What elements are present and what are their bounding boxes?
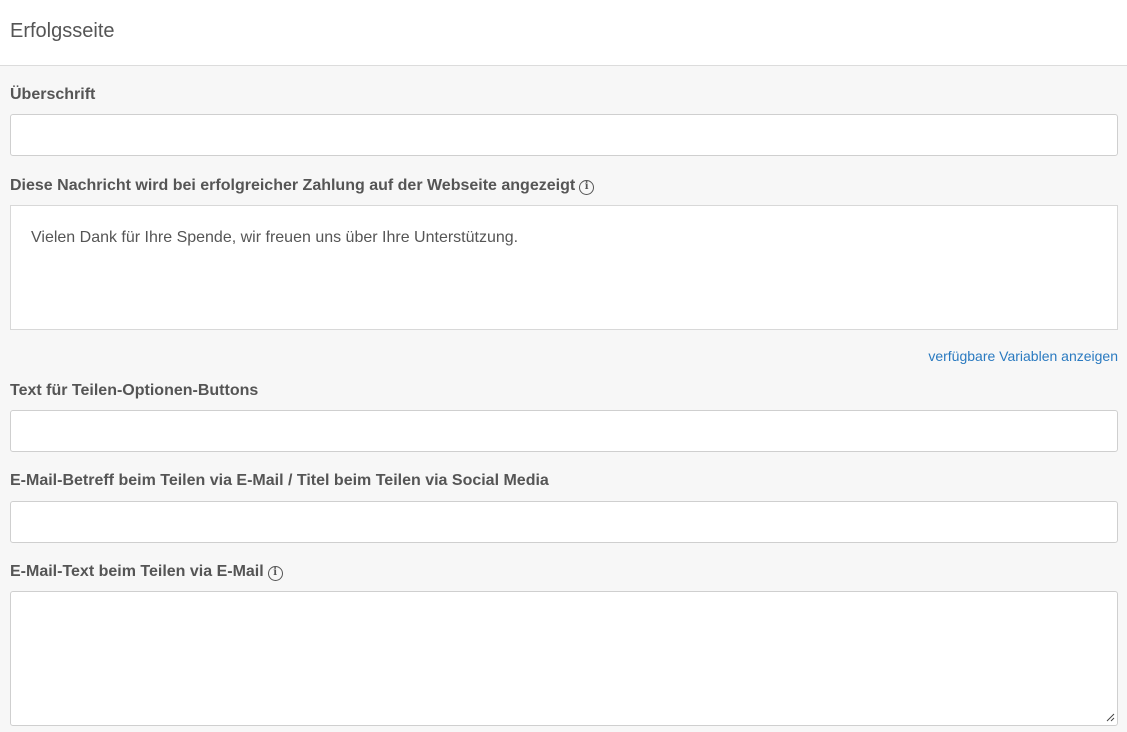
heading-input[interactable] (10, 114, 1118, 156)
share-buttons-text-label-text: Text für Teilen-Optionen-Buttons (10, 382, 259, 399)
share-buttons-text-label: Text für Teilen-Optionen-Buttons (10, 382, 258, 400)
success-message-textarea[interactable]: Vielen Dank für Ihre Spende, wir freuen … (10, 205, 1118, 330)
email-subject-input[interactable] (10, 501, 1118, 543)
success-message-label-text: Diese Nachricht wird bei erfolgreicher Z… (10, 177, 576, 194)
email-subject-label-text: E-Mail-Betreff beim Teilen via E-Mail / … (10, 472, 549, 489)
heading-label: Überschrift (10, 86, 95, 104)
resize-grip-icon[interactable] (1105, 712, 1115, 722)
email-text-textarea[interactable] (10, 591, 1118, 726)
share-buttons-text-input[interactable] (10, 410, 1118, 452)
email-text-label: E-Mail-Text beim Teilen via E-Mail i (10, 563, 283, 581)
heading-label-text: Überschrift (10, 86, 96, 103)
success-message-label: Diese Nachricht wird bei erfolgreicher Z… (10, 177, 595, 195)
show-variables-link[interactable]: verfügbare Variablen anzeigen (928, 348, 1118, 364)
page-header: Erfolgsseite (0, 0, 1127, 66)
info-icon[interactable]: i (267, 566, 283, 581)
email-text-label-text: E-Mail-Text beim Teilen via E-Mail (10, 563, 264, 580)
info-icon[interactable]: i (579, 180, 595, 195)
email-subject-label: E-Mail-Betreff beim Teilen via E-Mail / … (10, 472, 549, 490)
page-title: Erfolgsseite (10, 20, 115, 42)
